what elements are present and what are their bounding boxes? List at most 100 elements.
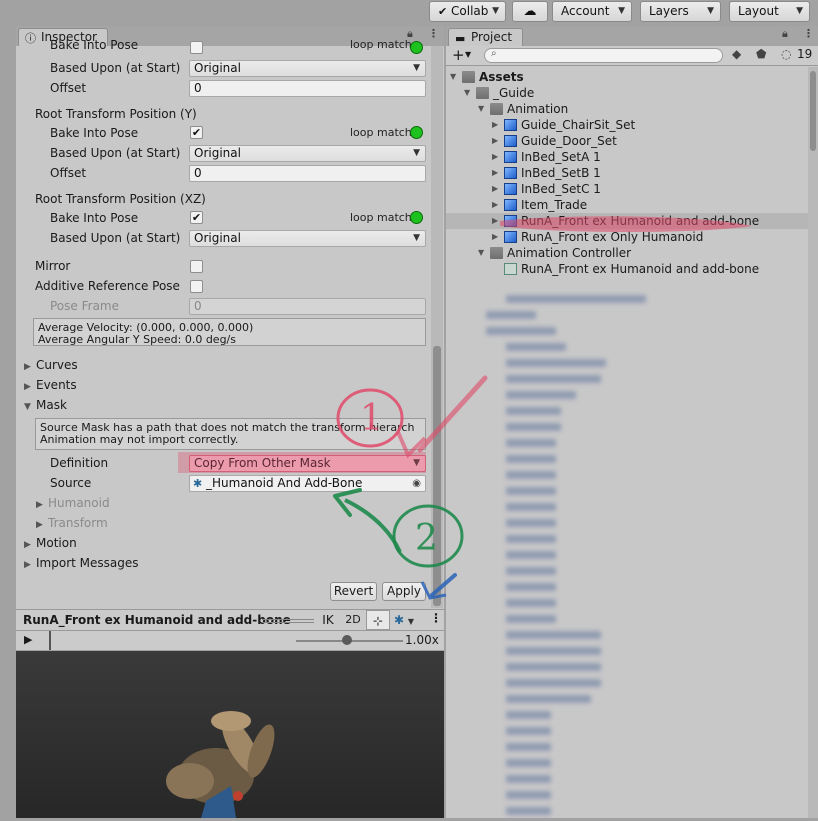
pose-frame-field: 0 [189,298,426,315]
offset-field-y[interactable]: 0 [189,165,426,182]
tree-item[interactable]: ▶ InBed_SetC 1 [446,181,808,197]
tree-item[interactable]: ▶ InBed_SetB 1 [446,165,808,181]
based-upon-dropdown-y[interactable]: Original ▼ [189,145,426,162]
avatar-icon[interactable]: ✱ ▼ [394,611,426,629]
apply-label: Apply [387,584,421,598]
based-upon-dropdown-1[interactable]: Original ▼ [189,60,426,77]
tab-project[interactable]: ▬ Project [448,28,524,46]
tree-item-label: InBed_SetC 1 [521,182,601,196]
inspector-panel: ⓘ Inspector 🔒︎ ⋮ Bake Into Pose loop mat… [16,26,444,610]
chevron-down-icon[interactable]: ▼ [464,85,470,101]
events-foldout[interactable]: ▶ Events [24,378,77,392]
import-messages-label: Import Messages [36,556,139,570]
import-messages-foldout[interactable]: ▶ Import Messages [24,556,139,570]
chevron-right-icon[interactable]: ▶ [492,181,498,197]
chevron-down-icon[interactable]: ▼ [478,101,484,117]
tree-item[interactable]: ▶ Guide_Door_Set [446,133,808,149]
account-dropdown[interactable]: Account ▼ [552,1,632,22]
lock-icon[interactable]: 🔒︎ [782,27,788,41]
pivot-icon[interactable]: ⊹ [366,610,390,630]
tree-item[interactable]: ▶ Guide_ChairSit_Set [446,117,808,133]
bake-into-pose-row-y: Bake Into Pose ✔ loop match [16,123,426,143]
source-row: Source ✱ _Humanoid And Add-Bone ◉ [16,473,426,493]
transform-label: Transform [48,516,108,530]
chevron-down-icon[interactable]: ▼ [478,245,484,261]
project-scrollbar[interactable] [808,67,818,818]
bake-into-pose-checkbox-y[interactable]: ✔ [190,126,203,139]
hidden-packages-icon[interactable]: ◌ [781,47,791,61]
more-menu-icon[interactable]: ⋮ [428,27,439,40]
search-input[interactable]: ⌕ [484,48,723,63]
more-menu-icon[interactable]: ⋮ [430,611,442,625]
more-menu-icon[interactable]: ⋮ [803,27,814,40]
loop-match-indicator [410,41,423,54]
tree-item[interactable]: ▼ Animation Controller [446,245,808,261]
source-object-field[interactable]: ✱ _Humanoid And Add-Bone ◉ [189,475,426,492]
filter-by-label-icon[interactable]: ⬟ [756,47,766,61]
bake-into-pose-row-xz: Bake Into Pose ✔ loop match [16,208,426,228]
inspector-scrollbar-thumb[interactable] [433,346,441,606]
tree-item[interactable]: ▼ Animation [446,101,808,117]
bake-into-pose-label: Bake Into Pose [50,126,139,140]
chevron-down-icon: ▼ [24,402,31,412]
tree-item[interactable]: ▼ _Guide [446,85,808,101]
tree-item[interactable]: RunA_Front ex Humanoid and add-bone [446,261,808,277]
cloud-button[interactable]: ☁ [512,1,548,22]
apply-button[interactable]: Apply [382,582,426,601]
bake-into-pose-label: Bake Into Pose [50,38,139,52]
tree-item[interactable]: ▶ RunA_Front ex Humanoid and add-bone [446,213,808,229]
motion-foldout[interactable]: ▶ Motion [24,536,77,550]
collab-button[interactable]: ✔ Collab ▼ [429,1,506,22]
chevron-down-icon: ▼ [618,6,625,16]
ik-toggle[interactable]: IK [317,611,339,629]
chevron-right-icon[interactable]: ▶ [492,197,498,213]
inspector-scrollbar[interactable] [431,46,443,608]
chevron-right-icon[interactable]: ▶ [492,149,498,165]
revert-button[interactable]: Revert [330,582,377,601]
bake-into-pose-checkbox-xz[interactable]: ✔ [190,211,203,224]
chevron-right-icon[interactable]: ▶ [492,117,498,133]
additive-pose-label: Additive Reference Pose [35,279,180,293]
based-upon-dropdown-xz[interactable]: Original ▼ [189,230,426,247]
mask-foldout[interactable]: ▼ Mask [24,398,67,412]
playback-bar: ▶ 1.00x [16,630,444,650]
mirror-checkbox[interactable] [190,260,203,273]
tree-item[interactable]: ▼ Assets [446,69,808,85]
velocity-info-box: Average Velocity: (0.000, 0.000, 0.000) … [33,318,426,346]
tree-item-label: InBed_SetA 1 [521,150,601,164]
humanoid-foldout[interactable]: ▶ Humanoid [36,496,110,510]
timeline-cursor[interactable] [49,631,51,650]
chevron-right-icon[interactable]: ▶ [492,229,498,245]
create-plus-icon[interactable]: + [452,46,465,64]
filter-by-type-icon[interactable]: ◆ [732,47,741,61]
curves-label: Curves [36,358,78,372]
tree-item[interactable]: ▶ RunA_Front ex Only Humanoid [446,229,808,245]
bake-into-pose-checkbox[interactable] [190,41,203,54]
play-icon[interactable]: ▶ [24,633,32,646]
offset-field-1[interactable]: 0 [189,80,426,97]
tree-item[interactable]: ▶ InBed_SetA 1 [446,149,808,165]
chevron-right-icon[interactable]: ▶ [492,165,498,181]
layout-dropdown[interactable]: Layout ▼ [729,1,810,22]
tree-item[interactable]: ▶ Item_Trade [446,197,808,213]
chevron-down-icon: ▼ [413,458,420,468]
2d-toggle[interactable]: 2D [342,611,364,629]
preview-viewport[interactable] [16,651,444,818]
object-picker-icon[interactable]: ◉ [412,476,421,491]
chevron-right-icon[interactable]: ▶ [492,213,498,229]
folder-icon [490,103,503,115]
chevron-down-icon[interactable]: ▼ [465,46,471,64]
chevron-right-icon: ▶ [24,362,31,372]
drag-handle-icon[interactable] [262,619,314,623]
transform-foldout[interactable]: ▶ Transform [36,516,108,530]
chevron-right-icon[interactable]: ▶ [492,133,498,149]
curves-foldout[interactable]: ▶ Curves [24,358,78,372]
project-scrollbar-thumb[interactable] [810,71,816,151]
tree-item-label: RunA_Front ex Humanoid and add-bone [521,214,760,228]
speed-slider-thumb[interactable] [342,635,352,645]
additive-pose-checkbox[interactable] [190,280,203,293]
chevron-down-icon[interactable]: ▼ [450,69,456,85]
layers-dropdown[interactable]: Layers ▼ [640,1,721,22]
pose-frame-row: Pose Frame 0 [16,296,426,316]
definition-dropdown[interactable]: Copy From Other Mask ▼ [189,455,426,472]
